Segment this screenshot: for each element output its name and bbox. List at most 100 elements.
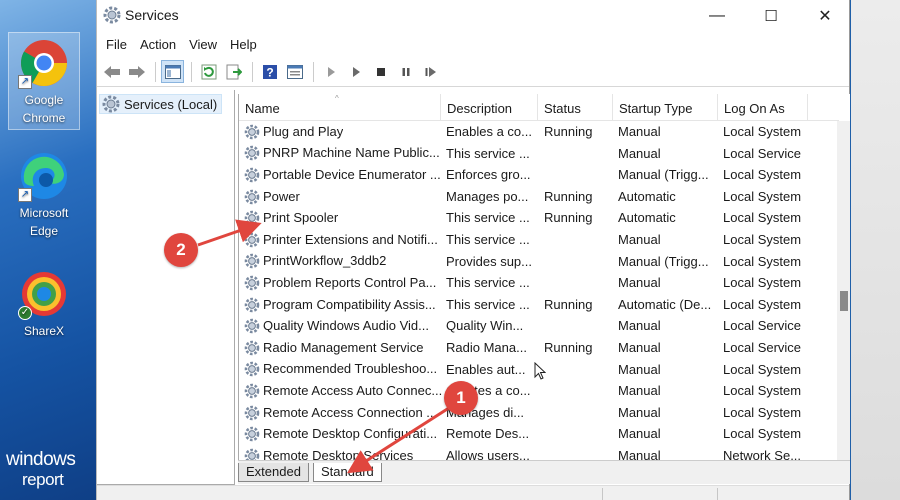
toolbar-separator <box>155 61 156 82</box>
toolbar-separator <box>252 61 253 82</box>
table-row[interactable]: Remote Desktop Configurati... Remote Des.… <box>239 423 837 445</box>
cell-status <box>544 143 614 165</box>
title-bar[interactable]: Services — ☐ ✕ <box>97 0 849 32</box>
desktop-icon-microsoft-edge[interactable]: ↗ Microsoft Edge <box>8 150 80 240</box>
cell-log-on-as: Local System <box>723 124 802 139</box>
cell-description: Enforces gro... <box>446 167 531 183</box>
refresh-icon[interactable] <box>197 60 220 83</box>
table-row[interactable]: Remote Access Auto Connec... Creates a co… <box>239 380 837 402</box>
windows-report-watermark: windows report <box>6 450 76 490</box>
table-row[interactable]: Print Spooler This service ... Running Auto… <box>239 207 837 229</box>
console-tree-icon[interactable] <box>161 60 184 83</box>
start-service-alt-icon[interactable] <box>344 60 367 83</box>
column-header-description[interactable]: Description <box>441 94 538 121</box>
column-header-status[interactable]: Status <box>538 94 613 121</box>
cell-status <box>544 272 614 294</box>
cell-log-on-as: Local System <box>723 383 802 399</box>
menu-bar: File Action View Help <box>97 32 849 57</box>
cell-log-on-as: Local System <box>723 188 802 204</box>
minimize-button[interactable]: — <box>691 0 743 32</box>
tab-extended[interactable]: Extended <box>238 463 309 482</box>
start-service-icon[interactable] <box>319 60 342 83</box>
properties-icon[interactable] <box>283 60 306 83</box>
toolbar: ? <box>97 57 849 87</box>
cell-name: Remote Access Auto Connec... <box>244 380 442 402</box>
maximize-button[interactable]: ☐ <box>745 0 797 32</box>
pause-service-icon[interactable] <box>394 60 417 83</box>
menu-view[interactable]: View <box>188 37 225 52</box>
scrollbar-thumb[interactable] <box>840 291 848 311</box>
table-row[interactable]: Quality Windows Audio Vid... Quality Win.… <box>239 315 837 337</box>
table-row[interactable]: PrintWorkflow_3ddb2 Provides sup... Manual… <box>239 251 837 273</box>
window-title: Services <box>125 7 179 23</box>
table-row[interactable]: Portable Device Enumerator ... Enforces g… <box>239 164 837 186</box>
cell-status <box>544 164 614 186</box>
service-name: Problem Reports Control Pa... <box>263 274 437 290</box>
stop-service-icon[interactable] <box>369 60 392 83</box>
table-row[interactable]: Plug and Play Enables a co... Running Manua… <box>239 121 837 143</box>
cell-status: Running <box>544 296 593 312</box>
menu-file[interactable]: File <box>105 37 135 52</box>
service-gear-icon <box>244 254 260 269</box>
tab-standard[interactable]: Standard <box>313 463 382 482</box>
cell-description: This service ... <box>446 275 530 291</box>
table-row[interactable]: Power Manages po... Running Automatic Local … <box>239 186 837 208</box>
service-gear-icon <box>244 275 260 291</box>
cell-status: Running <box>544 340 593 355</box>
cell-log-on-as: Local System <box>723 232 802 247</box>
console-tree: Services (Local) <box>97 90 235 485</box>
export-list-icon[interactable] <box>222 60 245 83</box>
shortcut-arrow-icon: ↗ <box>18 188 32 202</box>
table-row[interactable]: Printer Extensions and Notifi... This ser… <box>239 229 837 251</box>
cell-log-on-as: Local Service <box>723 340 802 355</box>
desktop-icon-label: ShareX <box>23 324 65 338</box>
table-row[interactable]: Remote Desktop Services Allows users... Ma… <box>239 445 837 460</box>
cell-log-on-as: Local System <box>723 167 802 183</box>
service-name: Print Spooler <box>263 210 339 226</box>
cell-startup-type: Manual <box>618 383 661 399</box>
forward-arrow-icon[interactable] <box>125 60 148 83</box>
column-header-name[interactable]: Name <box>239 94 441 121</box>
desktop-icon-sharex[interactable]: ✓ ShareX <box>8 268 80 340</box>
help-icon[interactable]: ? <box>258 60 281 83</box>
cell-startup-type: Manual <box>618 232 661 247</box>
table-row[interactable]: PNRP Machine Name Public... This service … <box>239 143 837 165</box>
services-gear-icon <box>102 95 120 113</box>
cell-status <box>544 229 614 251</box>
table-row[interactable]: Remote Access Connection ... Manages di..… <box>239 402 837 424</box>
cell-startup-type: Manual <box>618 361 661 377</box>
cell-description: Radio Mana... <box>446 340 527 355</box>
cell-description: This service ... <box>446 296 530 312</box>
menu-help[interactable]: Help <box>229 37 265 52</box>
desktop-icon-google-chrome[interactable]: ↗ Google Chrome <box>8 32 80 130</box>
service-name: Remote Desktop Services <box>263 447 414 460</box>
cell-startup-type: Automatic <box>618 210 676 226</box>
cell-startup-type: Manual <box>618 275 661 291</box>
service-gear-icon <box>244 189 260 204</box>
restart-service-icon[interactable] <box>419 60 442 83</box>
table-row[interactable]: Program Compatibility Assis... This servi… <box>239 294 837 316</box>
column-header-startup-type[interactable]: Startup Type <box>613 94 718 121</box>
service-name: Radio Management Service <box>263 339 424 355</box>
sync-check-icon: ✓ <box>18 306 32 320</box>
cell-status: Running <box>544 188 593 204</box>
service-gear-icon <box>244 405 260 420</box>
tree-item-services-local[interactable]: Services (Local) <box>99 94 223 114</box>
vertical-scrollbar[interactable] <box>837 121 850 460</box>
cell-status <box>544 359 614 381</box>
desktop-icon-label: Google <box>24 93 64 107</box>
cell-name: Power <box>244 186 442 208</box>
cell-name: Remote Access Connection ... <box>244 402 442 424</box>
table-row[interactable]: Radio Management Service Radio Mana... Run… <box>239 337 837 359</box>
close-button[interactable]: ✕ <box>799 0 851 32</box>
back-arrow-icon[interactable] <box>100 60 123 83</box>
table-row[interactable]: Problem Reports Control Pa... This servic… <box>239 272 837 294</box>
chrome-icon: ↗ <box>18 37 70 89</box>
column-header-log-on-as[interactable]: Log On As <box>718 94 808 121</box>
cell-name: Portable Device Enumerator ... <box>244 164 442 186</box>
menu-action[interactable]: Action <box>139 37 184 52</box>
service-gear-icon <box>244 448 260 460</box>
service-name: Remote Access Auto Connec... <box>262 382 442 398</box>
service-name: Quality Windows Audio Vid... <box>263 318 429 334</box>
service-gear-icon <box>244 383 260 399</box>
